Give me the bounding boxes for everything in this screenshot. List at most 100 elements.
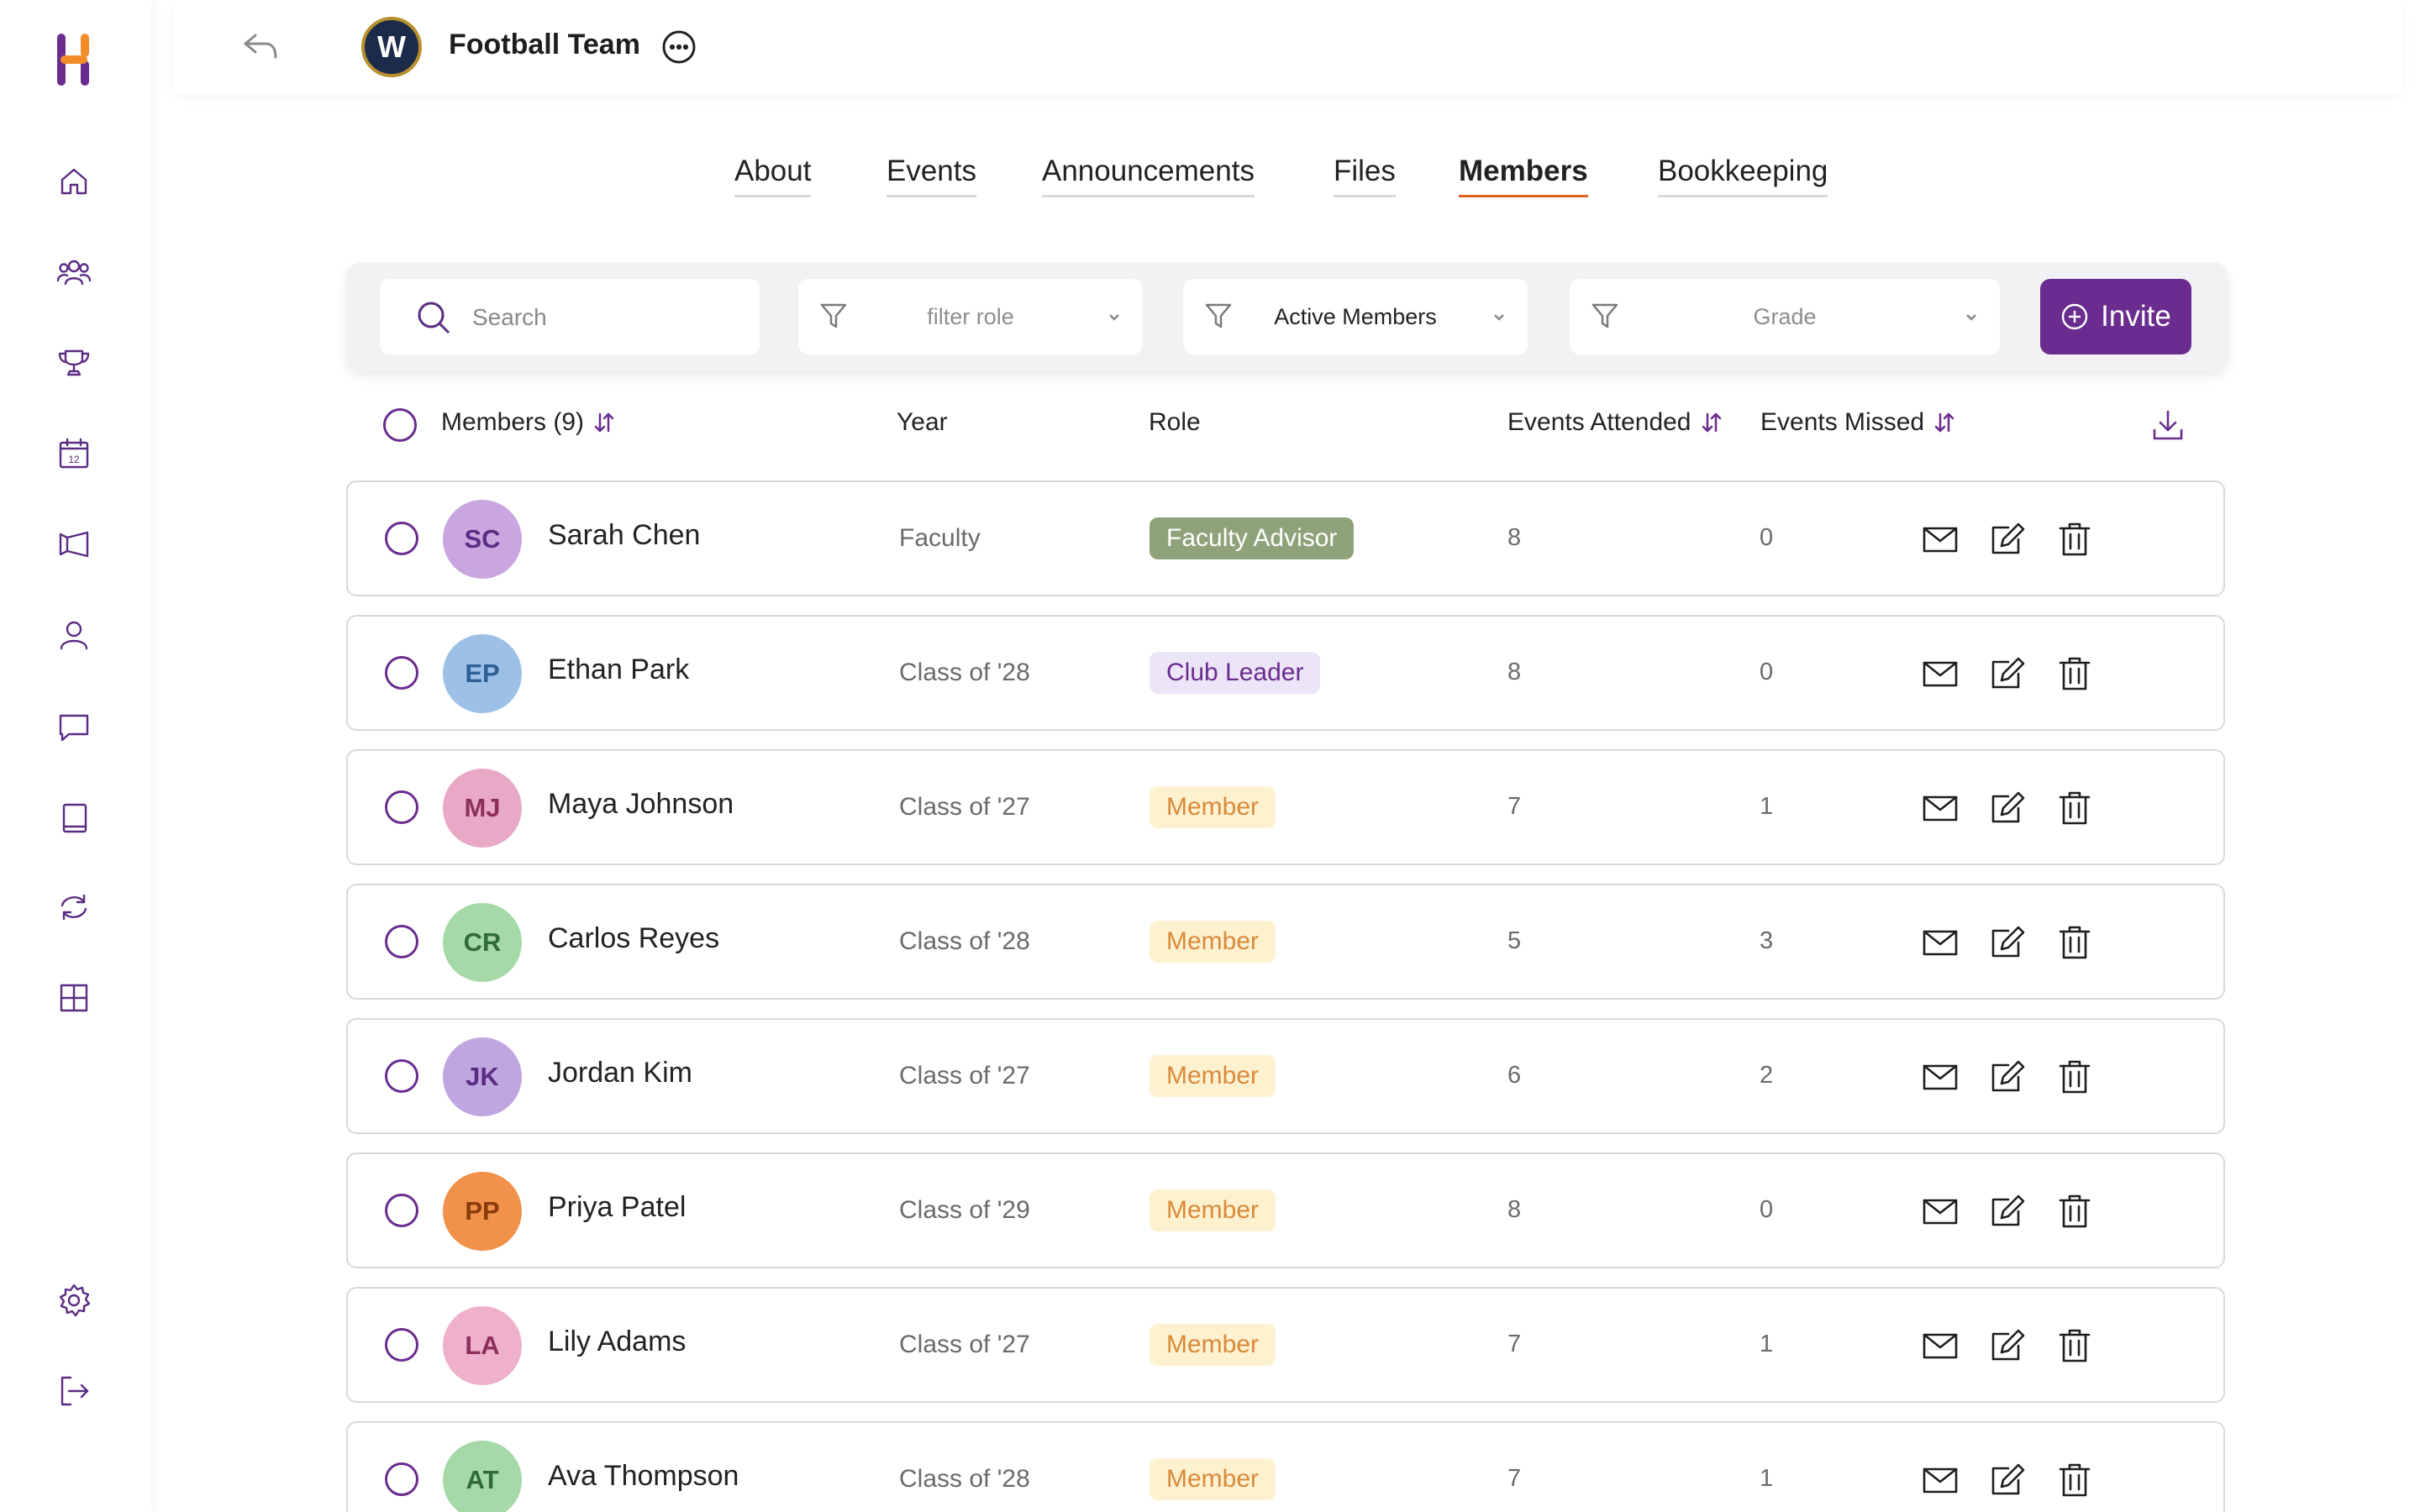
mail-icon[interactable] bbox=[1921, 1058, 1960, 1095]
row-select-radio[interactable] bbox=[385, 790, 418, 824]
row-select-radio[interactable] bbox=[385, 522, 418, 555]
row-select-radio[interactable] bbox=[385, 925, 418, 958]
member-name[interactable]: Ava Thompson bbox=[548, 1460, 739, 1493]
calendar-icon[interactable]: 12 bbox=[54, 433, 94, 474]
trash-icon[interactable] bbox=[2055, 655, 2094, 692]
mail-icon[interactable] bbox=[1921, 521, 1960, 558]
member-row: JK Jordan Kim Class of '27 Member 6 2 bbox=[346, 1018, 2225, 1134]
team-name: Football Team bbox=[449, 29, 640, 60]
trash-icon[interactable] bbox=[2055, 1058, 2094, 1095]
member-name[interactable]: Carlos Reyes bbox=[548, 922, 719, 955]
events-attended: 6 bbox=[1507, 1062, 1522, 1089]
invite-button[interactable]: Invite bbox=[2040, 279, 2191, 354]
events-missed: 0 bbox=[1760, 659, 1774, 685]
edit-icon[interactable] bbox=[1988, 1327, 2027, 1364]
tab-members[interactable]: Members bbox=[1459, 155, 1588, 197]
avatar: MJ bbox=[443, 769, 522, 848]
grade-filter-label: Grade bbox=[1753, 304, 1817, 329]
edit-icon[interactable] bbox=[1988, 1462, 2027, 1499]
user-icon[interactable] bbox=[54, 615, 94, 655]
avatar-initials: CR bbox=[463, 927, 502, 957]
chat-icon[interactable] bbox=[54, 707, 94, 748]
more-options-icon[interactable] bbox=[660, 29, 697, 66]
avatar-initials: AT bbox=[466, 1465, 499, 1494]
megaphone-icon[interactable] bbox=[54, 524, 94, 564]
sort-icon[interactable] bbox=[1933, 411, 1956, 434]
invite-label: Invite bbox=[2101, 300, 2171, 333]
edit-icon[interactable] bbox=[1988, 1058, 2027, 1095]
sort-icon[interactable] bbox=[592, 411, 616, 434]
events-missed: 1 bbox=[1760, 1465, 1774, 1492]
logout-icon[interactable] bbox=[54, 1371, 94, 1411]
row-select-radio[interactable] bbox=[385, 1462, 418, 1496]
role-column-header: Role bbox=[1149, 408, 1201, 436]
events-missed: 0 bbox=[1760, 524, 1774, 551]
mail-icon[interactable] bbox=[1921, 1193, 1960, 1230]
trash-icon[interactable] bbox=[2055, 790, 2094, 827]
member-name[interactable]: Maya Johnson bbox=[548, 788, 734, 821]
team-avatar[interactable]: W bbox=[361, 17, 422, 77]
row-select-radio[interactable] bbox=[385, 1194, 418, 1227]
avatar: AT bbox=[443, 1441, 522, 1512]
edit-icon[interactable] bbox=[1988, 521, 2027, 558]
tab-events[interactable]: Events bbox=[886, 155, 976, 197]
edit-icon[interactable] bbox=[1988, 1193, 2027, 1230]
trash-icon[interactable] bbox=[2055, 521, 2094, 558]
avatar-initials: EP bbox=[465, 659, 500, 688]
trash-icon[interactable] bbox=[2055, 924, 2094, 961]
tab-announcements[interactable]: Announcements bbox=[1042, 155, 1255, 197]
download-icon[interactable] bbox=[2149, 407, 2186, 444]
mail-icon[interactable] bbox=[1921, 1327, 1960, 1364]
settings-icon[interactable] bbox=[54, 1280, 94, 1320]
sort-icon[interactable] bbox=[1700, 411, 1723, 434]
edit-icon[interactable] bbox=[1988, 790, 2027, 827]
member-name[interactable]: Jordan Kim bbox=[548, 1057, 692, 1089]
tab-files[interactable]: Files bbox=[1334, 155, 1396, 197]
tab-bookkeeping[interactable]: Bookkeeping bbox=[1658, 155, 1828, 197]
status-filter-dropdown[interactable]: Active Members bbox=[1183, 279, 1528, 354]
search-input[interactable] bbox=[472, 299, 741, 336]
grade-filter-dropdown[interactable]: Grade bbox=[1570, 279, 2000, 354]
row-select-radio[interactable] bbox=[385, 1059, 418, 1093]
member-year: Faculty bbox=[899, 524, 981, 552]
events-attended: 5 bbox=[1507, 927, 1522, 954]
book-icon[interactable] bbox=[54, 798, 94, 838]
member-year: Class of '29 bbox=[899, 1196, 1030, 1224]
member-name[interactable]: Priya Patel bbox=[548, 1191, 686, 1224]
events-missed: 2 bbox=[1760, 1062, 1774, 1089]
sync-icon[interactable] bbox=[54, 887, 94, 927]
trash-icon[interactable] bbox=[2055, 1327, 2094, 1364]
mail-icon[interactable] bbox=[1921, 1462, 1960, 1499]
mail-icon[interactable] bbox=[1921, 790, 1960, 827]
tab-bar: About Events Announcements Files Members… bbox=[0, 155, 2420, 205]
select-all-radio[interactable] bbox=[383, 408, 417, 442]
member-name[interactable]: Ethan Park bbox=[548, 654, 689, 686]
member-name[interactable]: Sarah Chen bbox=[548, 519, 700, 552]
tab-about[interactable]: About bbox=[734, 155, 812, 197]
grid-icon[interactable] bbox=[54, 978, 94, 1018]
edit-icon[interactable] bbox=[1988, 655, 2027, 692]
member-row: EP Ethan Park Class of '28 Club Leader 8… bbox=[346, 615, 2225, 731]
member-row: AT Ava Thompson Class of '28 Member 7 1 bbox=[346, 1421, 2225, 1512]
row-select-radio[interactable] bbox=[385, 1328, 418, 1362]
role-badge: Member bbox=[1150, 1189, 1276, 1231]
mail-icon[interactable] bbox=[1921, 924, 1960, 961]
role-filter-dropdown[interactable]: filter role bbox=[798, 279, 1143, 354]
row-select-radio[interactable] bbox=[385, 656, 418, 690]
member-name[interactable]: Lily Adams bbox=[548, 1326, 686, 1358]
back-arrow-icon[interactable] bbox=[240, 29, 281, 66]
group-icon[interactable] bbox=[54, 252, 94, 292]
edit-icon[interactable] bbox=[1988, 924, 2027, 961]
chevron-down-icon bbox=[1494, 314, 1504, 321]
events-attended: 7 bbox=[1507, 793, 1522, 820]
members-column-header: Members (9) bbox=[441, 408, 616, 437]
trophy-icon[interactable] bbox=[54, 343, 94, 383]
missed-header-label: Events Missed bbox=[1760, 408, 1925, 436]
mail-icon[interactable] bbox=[1921, 655, 1960, 692]
avatar-initials: JK bbox=[466, 1062, 499, 1091]
trash-icon[interactable] bbox=[2055, 1193, 2094, 1230]
search-icon bbox=[418, 302, 450, 334]
member-row: CR Carlos Reyes Class of '28 Member 5 3 bbox=[346, 884, 2225, 1000]
app-logo[interactable] bbox=[55, 30, 92, 91]
trash-icon[interactable] bbox=[2055, 1462, 2094, 1499]
